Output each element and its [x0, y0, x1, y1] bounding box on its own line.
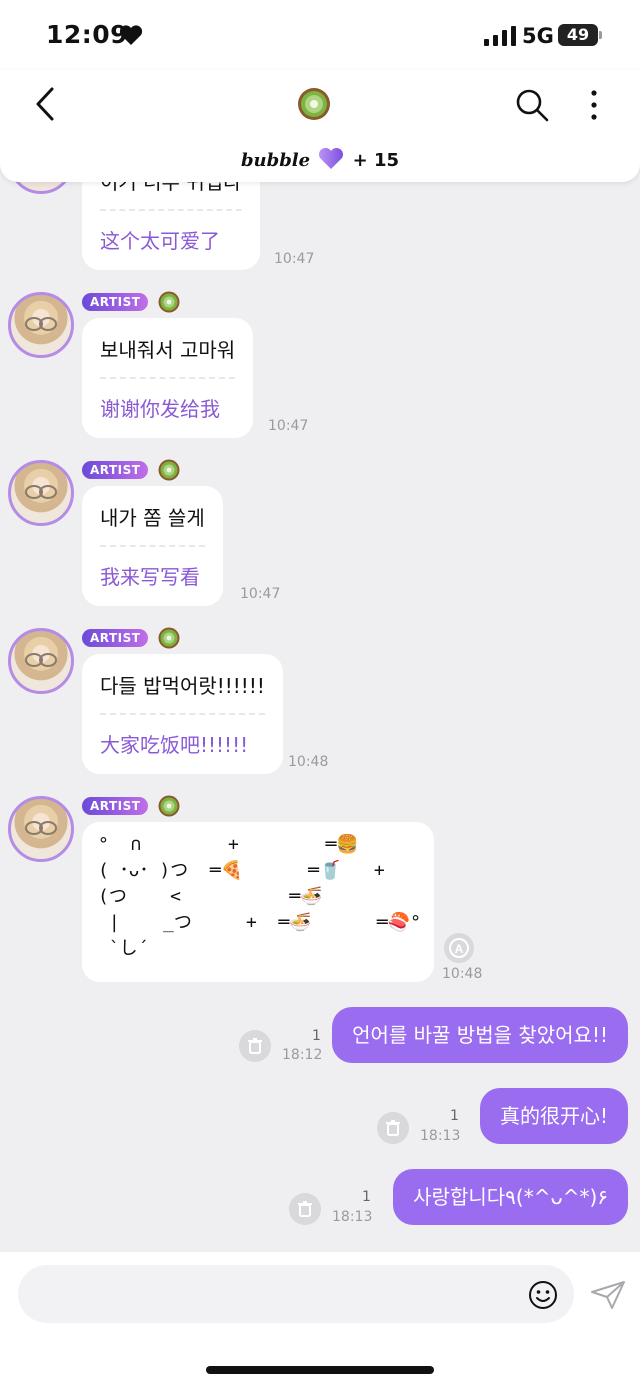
avatar[interactable]	[8, 628, 74, 694]
trash-icon[interactable]	[377, 1112, 409, 1144]
artist-row: ARTIST	[82, 291, 180, 313]
avatar[interactable]	[8, 460, 74, 526]
message-time: 10:48	[442, 966, 483, 982]
signal-icon	[484, 26, 516, 46]
message-time: 10:47	[268, 418, 309, 434]
my-message-bubble[interactable]: 사랑합니다٩(*^ᴗ^*)۶	[393, 1169, 628, 1225]
emoji-icon[interactable]	[528, 1280, 558, 1310]
message-translation: 谢谢你发给我	[100, 377, 236, 438]
unread-count: 1	[312, 1028, 321, 1044]
message-text: 보내줘서 고마워	[100, 338, 236, 362]
kiwi-icon[interactable]	[297, 87, 331, 121]
send-icon[interactable]	[590, 1280, 626, 1310]
subscription-label[interactable]: bubble + 15	[0, 148, 640, 171]
artist-row: ARTIST	[82, 795, 180, 817]
status-bar: 12:09 5G 49	[0, 0, 640, 70]
avatar[interactable]	[8, 292, 74, 358]
message-translation: 大家吃饭吧!!!!!!	[100, 713, 265, 774]
artist-badge: ARTIST	[82, 629, 149, 647]
message-time: 18:13	[420, 1128, 461, 1144]
artist-badge: ARTIST	[82, 797, 149, 815]
network-label: 5G	[522, 24, 554, 48]
translate-icon[interactable]: A	[443, 932, 475, 964]
member-count: + 15	[352, 150, 400, 171]
message-time: 10:47	[274, 251, 315, 267]
my-message-bubble[interactable]: 真的很开心!	[479, 1088, 628, 1144]
battery-indicator: 49	[558, 24, 602, 46]
message-input[interactable]	[18, 1265, 574, 1323]
bubble-logo: bubble	[240, 150, 311, 171]
chat-header: bubble + 15	[0, 70, 640, 182]
artist-row: ARTIST	[82, 459, 180, 481]
kiwi-icon	[158, 459, 180, 481]
back-icon[interactable]	[30, 86, 62, 122]
artist-badge: ARTIST	[82, 461, 149, 479]
bubble-heart-icon	[319, 148, 344, 169]
message-translation: 我来写写看	[100, 545, 205, 606]
artist-row: ARTIST	[82, 627, 180, 649]
message-bubble[interactable]: 내가 쫌 쓸게 我来写写看	[82, 486, 223, 606]
trash-icon[interactable]	[289, 1193, 321, 1225]
artist-badge: ARTIST	[82, 293, 149, 311]
kiwi-icon	[158, 291, 180, 313]
ascii-art-bubble[interactable]: ° ∩ + ═🍔 ( ･ᴗ･ )つ ═🍕 ═🥤 + (つ < ═🍜 | _つ +…	[82, 822, 434, 982]
message-time: 10:47	[240, 586, 281, 602]
ascii-art-text: ° ∩ + ═🍔 ( ･ᴗ･ )つ ═🍕 ═🥤 + (つ < ═🍜 | _つ +…	[98, 834, 421, 959]
avatar[interactable]	[8, 796, 74, 862]
kiwi-icon	[158, 627, 180, 649]
unread-count: 1	[450, 1108, 459, 1124]
svg-text:A: A	[455, 942, 464, 956]
search-icon[interactable]	[515, 88, 549, 122]
my-message-bubble[interactable]: 언어를 바꿀 방법을 찾았어요!!	[332, 1007, 628, 1063]
message-time: 18:12	[282, 1047, 323, 1063]
message-translation: 这个太可爱了	[100, 209, 242, 270]
home-indicator	[206, 1366, 434, 1374]
kiwi-icon	[158, 795, 180, 817]
heart-icon	[119, 25, 143, 45]
status-time: 12:09	[46, 20, 129, 49]
message-time: 10:48	[288, 754, 329, 770]
message-text: 내가 쫌 쓸게	[100, 506, 205, 530]
trash-icon[interactable]	[239, 1030, 271, 1062]
more-icon[interactable]	[584, 88, 604, 122]
message-bubble[interactable]: 다들 밥먹어랏!!!!!! 大家吃饭吧!!!!!!	[82, 654, 283, 774]
message-text: 다들 밥먹어랏!!!!!!	[100, 674, 265, 698]
unread-count: 1	[362, 1189, 371, 1205]
message-time: 18:13	[332, 1209, 373, 1225]
message-bubble[interactable]: 보내줘서 고마워 谢谢你发给我	[82, 318, 254, 438]
